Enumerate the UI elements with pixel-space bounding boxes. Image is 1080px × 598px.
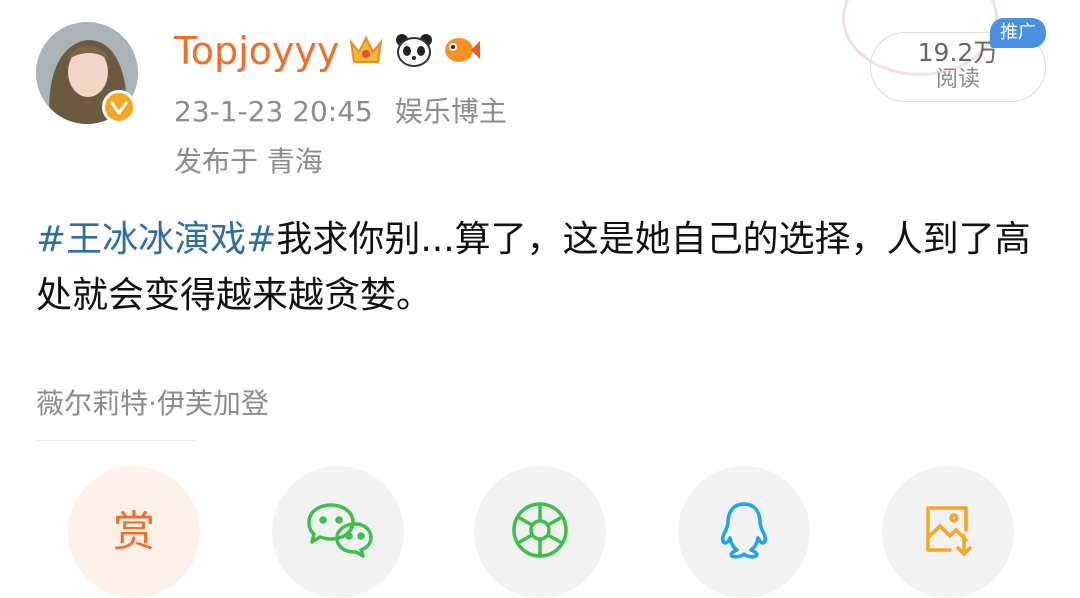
user-badges (346, 30, 482, 70)
share-wechat-button[interactable] (272, 466, 404, 598)
share-qq-button[interactable] (678, 466, 810, 598)
reward-label: 赏 (112, 507, 155, 556)
reward-button[interactable]: 赏 (68, 466, 200, 598)
post-date: 23-1-23 20:45 (174, 95, 373, 128)
user-category: 娱乐博主 (394, 95, 507, 128)
wechat-icon (303, 502, 373, 562)
divider (36, 440, 196, 441)
promo-badge[interactable]: 推广 (990, 18, 1046, 48)
hashtag-link[interactable]: #王冰冰演戏# (36, 219, 276, 260)
qq-icon (718, 500, 770, 564)
moments-icon (510, 500, 570, 564)
fish-badge-icon[interactable] (442, 30, 482, 70)
save-image-button[interactable] (882, 466, 1014, 598)
post-meta: 23-1-23 20:45 娱乐博主 (174, 94, 507, 130)
post-location: 发布于 青海 (174, 145, 323, 178)
crown-badge-icon[interactable] (346, 30, 386, 70)
view-count-label: 阅读 (935, 67, 980, 92)
verified-badge-icon (102, 90, 136, 124)
panda-badge-icon[interactable] (394, 30, 434, 70)
post-source: 薇尔莉特·伊芙加登 (36, 387, 269, 420)
username[interactable]: Topjoyyy (174, 26, 339, 76)
share-moments-button[interactable] (474, 466, 606, 598)
post-content: #王冰冰演戏#我求你别...算了，这是她自己的选择，人到了高处就会变得越来越贪婪… (36, 212, 1056, 324)
save-image-icon (920, 502, 976, 562)
